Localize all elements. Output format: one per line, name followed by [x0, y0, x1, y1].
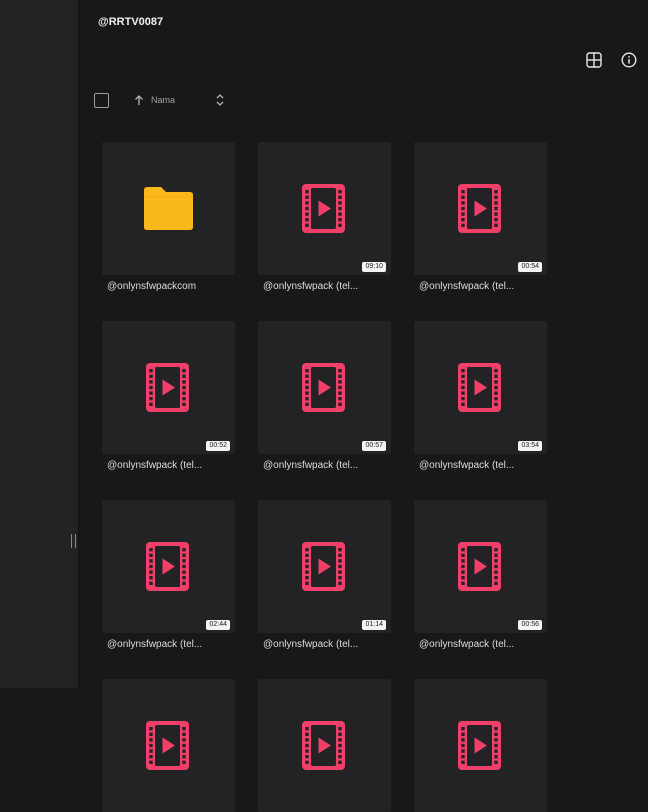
arrow-up-icon[interactable] [133, 94, 145, 106]
video-file-icon [146, 363, 189, 412]
duration-badge: 09:10 [362, 262, 386, 272]
video-file-icon [302, 184, 345, 233]
duration-badge: 00:56 [518, 620, 542, 630]
duration-badge: 00:57 [362, 441, 386, 451]
video-file-icon [146, 721, 189, 770]
grid-view-icon [586, 52, 602, 68]
file-name: @onlynsfwpack (tel... [263, 639, 359, 650]
thumbnail [102, 679, 235, 812]
file-name: @onlynsfwpack (tel... [107, 460, 203, 471]
thumbnail: 00:54 [414, 142, 547, 275]
thumbnail: 00:52 [102, 321, 235, 454]
file-name: @onlynsfwpack (tel... [263, 281, 359, 292]
sidebar [0, 0, 78, 688]
file-name: @onlynsfwpack (tel... [419, 281, 515, 292]
duration-badge: 00:54 [518, 262, 542, 272]
info-icon [621, 52, 637, 68]
file-name: @onlynsfwpack (tel... [107, 639, 203, 650]
thumbnail: 03:54 [414, 321, 547, 454]
sort-field-label[interactable]: Nama [151, 95, 175, 105]
video-file-icon [302, 542, 345, 591]
duration-badge: 02:44 [206, 620, 230, 630]
thumbnail: 09:10 [258, 142, 391, 275]
thumbnail: 01:14 [258, 500, 391, 633]
chevron-up-down-icon[interactable] [215, 93, 225, 107]
video-file-icon [458, 363, 501, 412]
thumbnail [414, 679, 547, 812]
panel-divider [78, 0, 79, 688]
folder-icon [144, 187, 193, 230]
sort-toolbar: Nama [94, 92, 229, 110]
file-name: @onlynsfwpackcom [107, 281, 197, 292]
file-name: @onlynsfwpack (tel... [419, 639, 515, 650]
video-file-icon [302, 721, 345, 770]
video-file-icon [302, 363, 345, 412]
thumbnail: 02:44 [102, 500, 235, 633]
video-file-icon [458, 184, 501, 233]
sidebar-resize-handle[interactable] [71, 534, 76, 548]
info-button[interactable] [620, 51, 638, 69]
thumbnail [102, 142, 235, 275]
thumbnail: 00:56 [414, 500, 547, 633]
select-all-checkbox[interactable] [94, 93, 109, 108]
video-file-icon [458, 542, 501, 591]
folder-title: @RRTV0087 [98, 16, 164, 28]
duration-badge: 03:54 [518, 441, 542, 451]
thumbnail: 00:57 [258, 321, 391, 454]
video-file-icon [458, 721, 501, 770]
file-name: @onlynsfwpack (tel... [419, 460, 515, 471]
video-file-icon [146, 542, 189, 591]
duration-badge: 00:52 [206, 441, 230, 451]
grid-view-button[interactable] [585, 51, 603, 69]
thumbnail [258, 679, 391, 812]
file-name: @onlynsfwpack (tel... [263, 460, 359, 471]
duration-badge: 01:14 [362, 620, 386, 630]
